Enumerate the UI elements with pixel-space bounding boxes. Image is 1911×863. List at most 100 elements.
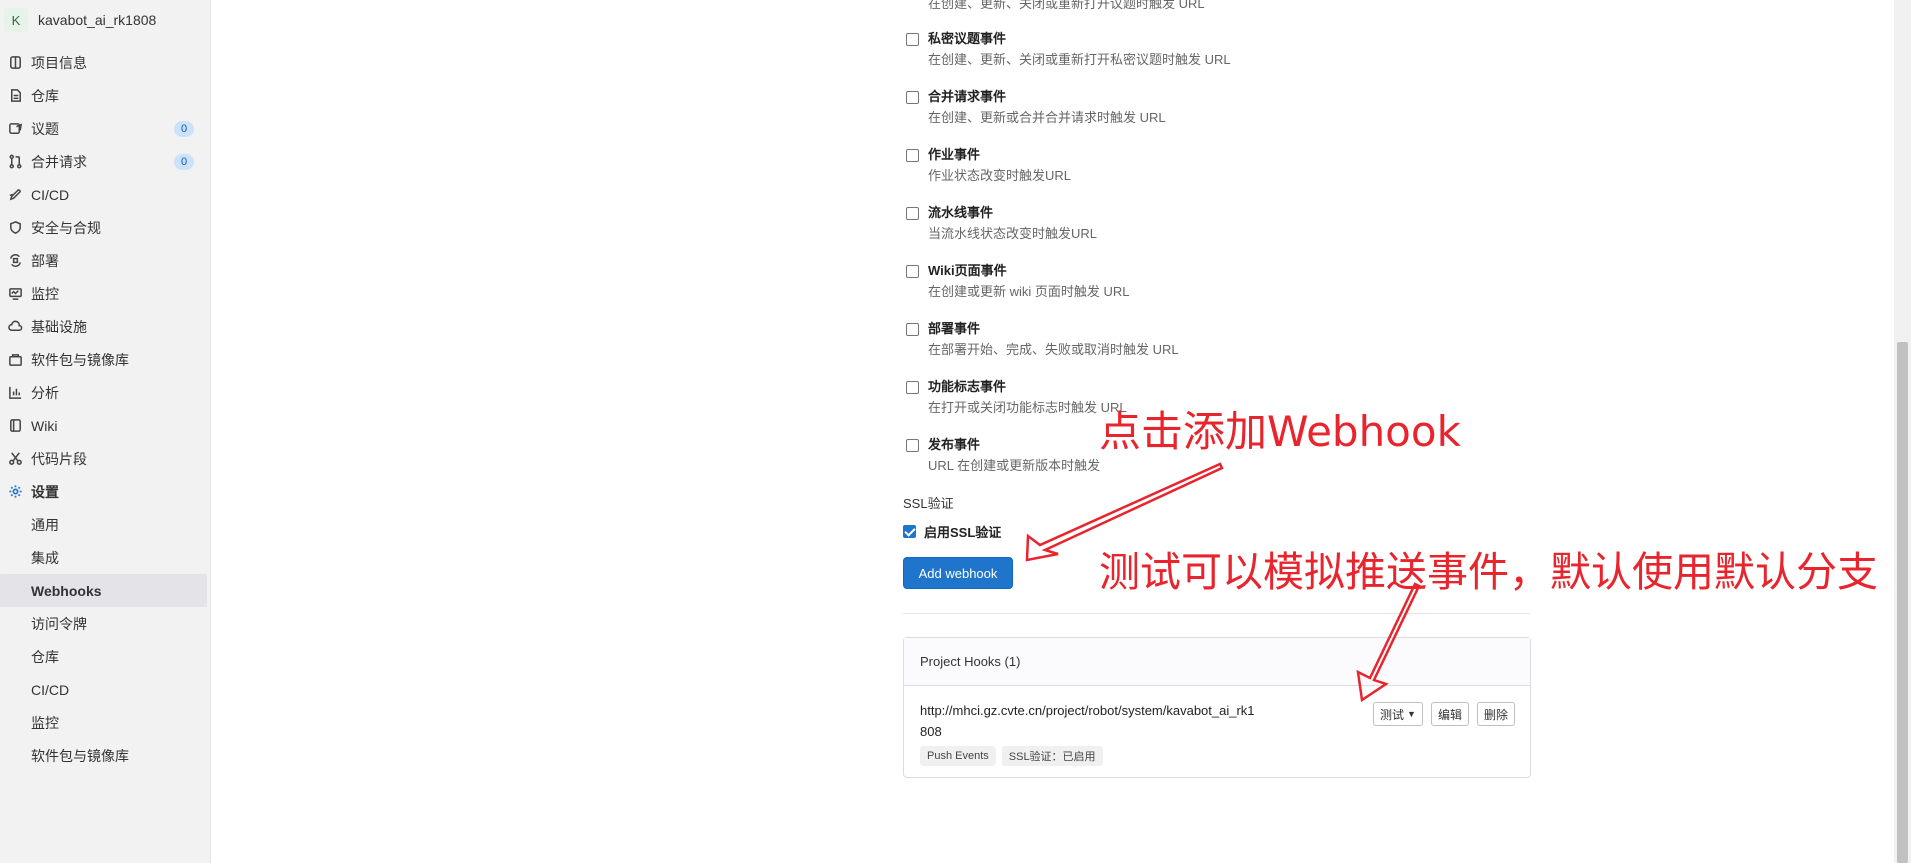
sidebar-item-label: CI/CD bbox=[31, 186, 70, 203]
hook-actions: 测试 ▼ 编辑 删除 bbox=[1373, 702, 1515, 726]
sidebar-subitem-repository[interactable]: 仓库 bbox=[0, 640, 211, 673]
event-jobs: 作业事件 作业状态改变时触发URL bbox=[906, 146, 1071, 185]
ssl-section-label: SSL验证 bbox=[903, 496, 954, 511]
package-icon bbox=[7, 352, 23, 368]
document-icon bbox=[7, 88, 23, 104]
shield-icon bbox=[7, 220, 23, 236]
sidebar-subitem-integrations[interactable]: 集成 bbox=[0, 541, 211, 574]
sidebar-subitem-monitor[interactable]: 监控 bbox=[0, 706, 211, 739]
sidebar-item-monitor[interactable]: 监控 bbox=[0, 277, 211, 310]
sidebar-item-wiki[interactable]: Wiki bbox=[0, 409, 211, 442]
sidebar-item-deployments[interactable]: 部署 bbox=[0, 244, 211, 277]
sidebar-item-label: 安全与合规 bbox=[31, 219, 101, 236]
project-header[interactable]: K kavabot_ai_rk1808 bbox=[0, 4, 211, 36]
issues-count-badge: 0 bbox=[174, 121, 194, 137]
event-checkbox[interactable] bbox=[906, 33, 919, 46]
event-desc: 在创建或更新 wiki 页面时触发 URL bbox=[928, 284, 1130, 299]
event-title: 功能标志事件 bbox=[928, 379, 1007, 394]
sidebar-subitem-general[interactable]: 通用 bbox=[0, 508, 211, 541]
ssl-verification-option: 启用SSL验证 bbox=[903, 522, 1001, 541]
sidebar-subitem-webhooks[interactable]: Webhooks bbox=[0, 574, 207, 607]
delete-button[interactable]: 删除 bbox=[1476, 702, 1515, 726]
hook-tags: Push Events SSL验证：已启用 bbox=[920, 746, 1103, 766]
sidebar-item-settings[interactable]: 设置 bbox=[0, 475, 211, 508]
sidebar-item-security[interactable]: 安全与合规 bbox=[0, 211, 211, 244]
sidebar-item-merge-requests[interactable]: 合并请求 0 bbox=[0, 145, 211, 178]
sidebar: K kavabot_ai_rk1808 项目信息 仓库 议题 0 合并请求 0 bbox=[0, 0, 211, 863]
page-scrollbar[interactable] bbox=[1894, 0, 1911, 863]
project-avatar: K bbox=[4, 8, 28, 32]
annotation-add-webhook: 点击添加Webhook bbox=[1099, 407, 1461, 456]
sidebar-item-cicd[interactable]: CI/CD bbox=[0, 178, 211, 211]
event-desc: 在创建、更新、关闭或重新打开私密议题时触发 URL bbox=[928, 52, 1231, 67]
project-icon bbox=[7, 55, 23, 71]
sidebar-item-project-info[interactable]: 项目信息 bbox=[0, 46, 211, 79]
sidebar-item-label: 代码片段 bbox=[31, 450, 87, 467]
event-releases: 发布事件 URL 在创建或更新版本时触发 bbox=[906, 436, 1100, 475]
hook-tag-ssl: SSL验证：已启用 bbox=[1001, 746, 1103, 766]
edit-button[interactable]: 编辑 bbox=[1430, 702, 1469, 726]
annotation-test-hint: 测试可以模拟推送事件，默认使用默认分支 bbox=[1099, 548, 1878, 596]
page: K kavabot_ai_rk1808 项目信息 仓库 议题 0 合并请求 0 bbox=[0, 0, 1911, 863]
sidebar-nav: 项目信息 仓库 议题 0 合并请求 0 CI/CD 安全与合规 部署 监控 基础… bbox=[0, 46, 211, 772]
event-checkbox[interactable] bbox=[906, 381, 919, 394]
sidebar-item-label: 合并请求 bbox=[31, 153, 87, 170]
project-name: kavabot_ai_rk1808 bbox=[38, 12, 157, 28]
divider bbox=[903, 613, 1530, 614]
event-desc: 当流水线状态改变时触发URL bbox=[928, 226, 1098, 241]
sidebar-item-infrastructure[interactable]: 基础设施 bbox=[0, 310, 211, 343]
event-checkbox[interactable] bbox=[906, 91, 919, 104]
merge-requests-count-badge: 0 bbox=[174, 154, 194, 170]
event-desc: 在创建、更新、关闭或重新打开议题时触发 URL bbox=[928, 0, 1205, 11]
event-deployments: 部署事件 在部署开始、完成、失败或取消时触发 URL bbox=[906, 320, 1179, 359]
sidebar-item-issues[interactable]: 议题 0 bbox=[0, 112, 211, 145]
event-wiki-pages: Wiki页面事件 在创建或更新 wiki 页面时触发 URL bbox=[906, 262, 1130, 301]
sidebar-item-label: 部署 bbox=[31, 252, 59, 269]
scrollbar-thumb[interactable] bbox=[1897, 342, 1908, 863]
monitor-icon bbox=[7, 286, 23, 302]
sidebar-subitem-packages[interactable]: 软件包与镜像库 bbox=[0, 739, 211, 772]
hook-tag-push-events: Push Events bbox=[920, 746, 996, 766]
event-desc: 在创建、更新或合并合并请求时触发 URL bbox=[928, 110, 1166, 125]
event-issue-partial: 在创建、更新、关闭或重新打开议题时触发 URL bbox=[906, 0, 1205, 13]
event-checkbox[interactable] bbox=[906, 439, 919, 452]
project-hooks-header: Project Hooks (1) bbox=[904, 638, 1530, 686]
sidebar-item-label: 项目信息 bbox=[31, 54, 87, 71]
event-merge-requests: 合并请求事件 在创建、更新或合并合并请求时触发 URL bbox=[906, 88, 1166, 127]
sidebar-item-label: Wiki bbox=[31, 417, 58, 434]
sidebar-item-repository[interactable]: 仓库 bbox=[0, 79, 211, 112]
sidebar-item-packages[interactable]: 软件包与镜像库 bbox=[0, 343, 211, 376]
event-desc: 作业状态改变时触发URL bbox=[928, 168, 1072, 183]
sidebar-item-analytics[interactable]: 分析 bbox=[0, 376, 211, 409]
sidebar-item-label: 设置 bbox=[31, 483, 59, 500]
event-title: 发布事件 bbox=[928, 437, 981, 452]
sidebar-item-label: 监控 bbox=[31, 285, 59, 302]
sidebar-subitem-cicd[interactable]: CI/CD bbox=[0, 673, 211, 706]
scissors-icon bbox=[7, 451, 23, 467]
sidebar-subitem-access-tokens[interactable]: 访问令牌 bbox=[0, 607, 211, 640]
event-title: Wiki页面事件 bbox=[928, 263, 1007, 278]
event-title: 部署事件 bbox=[928, 321, 981, 336]
ssl-checkbox-label: 启用SSL验证 bbox=[924, 525, 1002, 540]
sidebar-item-label: 议题 bbox=[31, 120, 59, 137]
deployments-icon bbox=[7, 253, 23, 269]
sidebar-item-label: 基础设施 bbox=[31, 318, 87, 335]
event-checkbox[interactable] bbox=[906, 149, 919, 162]
event-desc: 在打开或关闭功能标志时触发 URL bbox=[928, 400, 1127, 415]
ssl-checkbox[interactable] bbox=[903, 525, 916, 538]
cloud-icon bbox=[7, 319, 23, 335]
event-checkbox[interactable] bbox=[906, 323, 919, 336]
sidebar-item-label: 分析 bbox=[31, 384, 59, 401]
sidebar-item-snippets[interactable]: 代码片段 bbox=[0, 442, 211, 475]
event-title: 流水线事件 bbox=[928, 205, 994, 220]
event-checkbox[interactable] bbox=[906, 265, 919, 278]
add-webhook-button[interactable]: Add webhook bbox=[903, 557, 1013, 589]
project-hooks-panel: Project Hooks (1) http://mhci.gz.cvte.cn… bbox=[903, 637, 1531, 778]
hook-url: http://mhci.gz.cvte.cn/project/robot/sys… bbox=[920, 703, 1255, 739]
gear-icon bbox=[7, 484, 23, 500]
merge-request-icon bbox=[7, 154, 23, 170]
event-checkbox[interactable] bbox=[906, 207, 919, 220]
test-dropdown-button[interactable]: 测试 ▼ bbox=[1373, 702, 1423, 726]
chevron-down-icon: ▼ bbox=[1407, 709, 1416, 719]
event-pipelines: 流水线事件 当流水线状态改变时触发URL bbox=[906, 204, 1097, 243]
